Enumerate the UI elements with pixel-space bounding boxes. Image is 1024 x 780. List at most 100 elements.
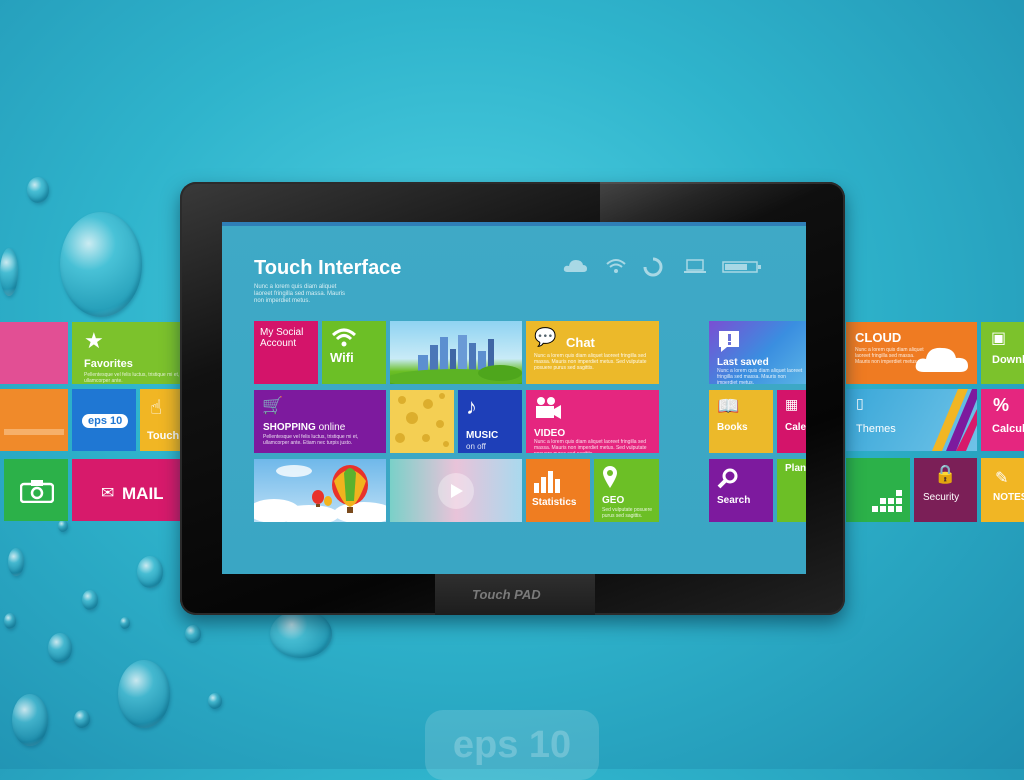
outer-tile-touch[interactable]: ☝ Touch xyxy=(140,389,180,451)
tile-balloons[interactable] xyxy=(254,459,386,522)
notes-label: NOTES xyxy=(993,492,1024,503)
books-label: Books xyxy=(717,422,748,433)
battery-icon xyxy=(722,261,761,273)
tile-city-photo[interactable] xyxy=(390,321,522,384)
cloud-label: CLOUD xyxy=(855,330,902,345)
chat-desc: Nunc a lorem quis diam aliquet laoreet f… xyxy=(534,353,647,371)
play-icon xyxy=(451,484,463,498)
tile-search[interactable]: Search xyxy=(709,459,773,522)
outer-tile-themes[interactable]: ▯ Themes xyxy=(846,389,977,451)
outer-tile-favorites[interactable]: ★ Favorites Pellentesque vel felis luctu… xyxy=(72,322,180,384)
water-drop xyxy=(118,660,170,728)
water-drop xyxy=(82,590,98,610)
tile-my-social-account[interactable]: My Social Account xyxy=(254,321,318,384)
calculator-label: Calcul xyxy=(992,423,1024,435)
percent-icon: % xyxy=(993,395,1010,415)
tile-calendar[interactable]: ▦ Cale xyxy=(777,390,806,453)
outer-tile-security[interactable]: 🔒 Security xyxy=(914,458,977,522)
water-drop xyxy=(185,625,201,643)
outer-tile-download[interactable]: ▣ Downl xyxy=(981,322,1024,384)
water-drop xyxy=(58,520,68,532)
outer-tile-notes[interactable]: ✎ NOTES xyxy=(981,458,1024,522)
outer-tile-chart[interactable] xyxy=(846,458,910,522)
screen-title: Touch Interface xyxy=(254,257,402,279)
tile-shopping[interactable]: 🛒 SHOPPING online Pellentesque vel felis… xyxy=(254,390,386,453)
water-drop xyxy=(137,556,163,588)
star-icon: ★ xyxy=(84,328,104,353)
water-drop xyxy=(208,693,222,709)
tile-wifi[interactable]: Wifi xyxy=(322,321,386,384)
shopping-label: SHOPPING online xyxy=(263,422,345,433)
social-account-label: My Social Account xyxy=(260,327,304,349)
tile-chat[interactable]: 💬 Chat Nunc a lorem quis diam aliquet la… xyxy=(526,321,659,384)
bar-chart-icon xyxy=(872,490,902,512)
water-drop xyxy=(4,613,16,629)
outer-tile-mail[interactable]: ✉ MAIL xyxy=(72,459,180,521)
music-sub: on off xyxy=(466,442,486,451)
last-saved-label: Last saved xyxy=(717,357,769,368)
wifi-label: Wifi xyxy=(330,350,354,365)
favorites-desc: Pellentesque vel felis luctus, tristique… xyxy=(84,372,180,384)
wifi-icon xyxy=(331,328,357,347)
eps-watermark: eps 10 xyxy=(425,710,599,780)
tile-music[interactable]: ♪ MUSIC on off xyxy=(458,390,522,453)
video-label: VIDEO xyxy=(534,428,566,439)
hand-pointer-icon: ☝ xyxy=(150,397,163,419)
water-drop xyxy=(74,710,90,728)
outer-tile-calculator[interactable]: % Calcul xyxy=(981,389,1024,451)
outer-tile-pink[interactable] xyxy=(0,322,68,384)
outer-tile-eps[interactable]: eps 10 xyxy=(72,389,136,451)
laptop-icon xyxy=(684,259,706,273)
video-camera-icon xyxy=(536,397,561,419)
notes-icon: ✎ xyxy=(995,470,1009,487)
water-drop xyxy=(27,177,49,203)
tile-last-saved[interactable]: Last saved Nunc a lorem quis diam alique… xyxy=(709,321,806,384)
tile-video[interactable]: VIDEO Nunc a lorem quis diam aliquet lao… xyxy=(526,390,659,453)
eps-badge: eps 10 xyxy=(82,414,129,428)
water-drop xyxy=(8,548,24,576)
subtitle-line: non imperdiet metus. xyxy=(254,298,311,304)
geo-label: GEO xyxy=(602,495,625,506)
tile-geo[interactable]: GEO Sed vulputate posuere purus sed sagi… xyxy=(594,459,659,522)
tile-statistics[interactable]: Statistics xyxy=(526,459,590,522)
chat-label: Chat xyxy=(566,335,595,350)
music-label: MUSIC xyxy=(466,430,499,441)
tile-books[interactable]: 📖 Books xyxy=(709,390,773,453)
color-stripes-icon xyxy=(932,389,977,451)
device-label: Touch PAD xyxy=(472,587,541,602)
cloud-icon xyxy=(915,347,968,372)
book-icon: 📖 xyxy=(717,396,740,416)
cloud-icon xyxy=(563,260,587,272)
tile-cheese[interactable] xyxy=(390,390,454,453)
touch-label: Touch xyxy=(147,430,180,442)
subtitle-line: laoreet fringilla sed massa. Mauris xyxy=(254,291,346,297)
water-drop xyxy=(120,617,130,629)
mail-label: MAIL xyxy=(122,484,164,503)
tile-planner[interactable]: Plan xyxy=(777,459,806,522)
subtitle-line: Nunc a lorem quis diam aliquet xyxy=(254,284,337,290)
calendar-label: Cale xyxy=(785,422,806,433)
outer-tile-orange[interactable] xyxy=(0,389,68,451)
outer-tile-camera[interactable] xyxy=(4,459,68,521)
search-icon xyxy=(717,468,738,489)
screen-subtitle: Nunc a lorem quis diam aliquet laoreet f… xyxy=(254,284,345,305)
info-icon xyxy=(719,331,739,352)
water-drop xyxy=(48,633,72,663)
screen-top-bar xyxy=(222,222,806,226)
play-button[interactable] xyxy=(438,473,474,509)
favorites-label: Favorites xyxy=(84,358,133,370)
planner-label: Plan xyxy=(785,463,806,474)
outer-tile-cloud[interactable]: CLOUD Nunc a lorem quis diam aliquet lao… xyxy=(846,322,977,384)
last-saved-desc: Nunc a lorem quis diam aliquet laoreet f… xyxy=(717,368,803,384)
download-label: Downl xyxy=(992,354,1024,366)
wifi-icon xyxy=(606,259,626,273)
download-icon: ▣ xyxy=(991,330,1007,347)
shopping-rest: online xyxy=(315,422,346,433)
chat-bubble-icon: 💬 xyxy=(534,327,557,347)
tile-video-player[interactable] xyxy=(390,459,522,522)
water-drop xyxy=(60,212,142,317)
video-desc: Nunc a lorem quis diam aliquet laoreet f… xyxy=(534,439,647,453)
envelope-icon: ✉ xyxy=(101,485,115,502)
lock-icon: 🔒 xyxy=(934,464,957,484)
search-label: Search xyxy=(717,495,751,506)
